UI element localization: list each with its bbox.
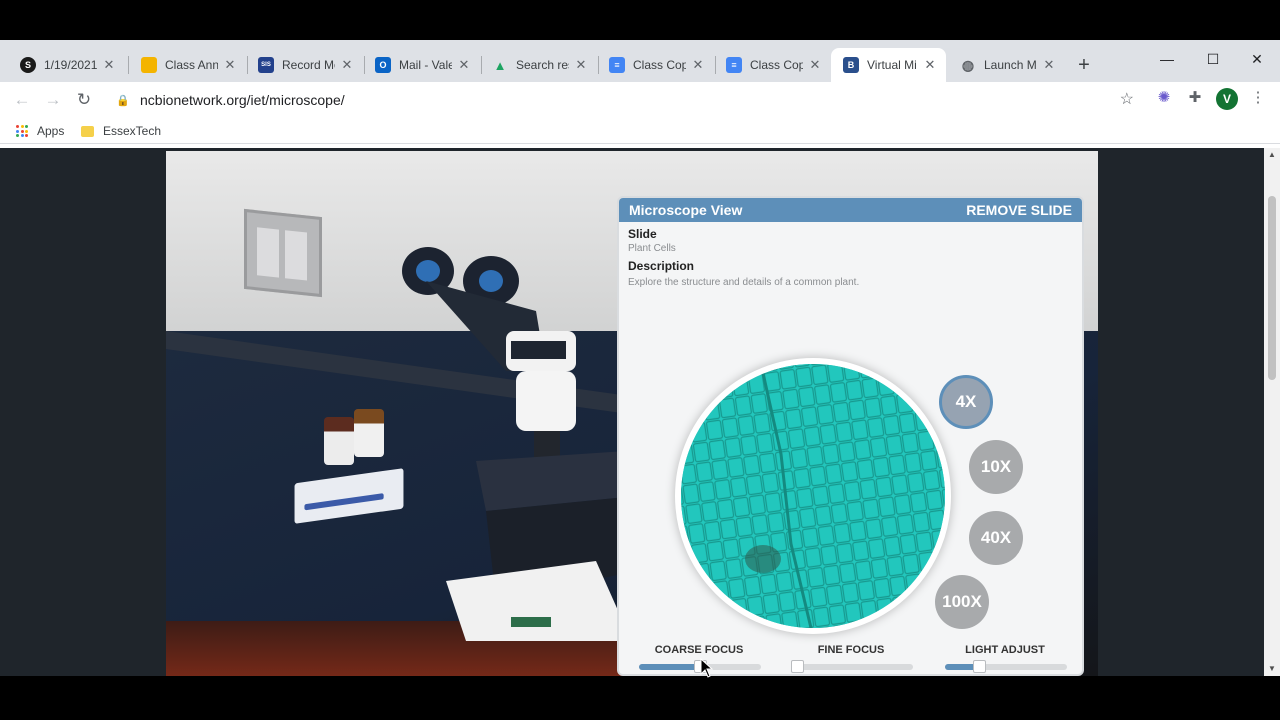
new-tab-button[interactable]: + bbox=[1074, 54, 1094, 76]
tab-title: Class Copy bbox=[750, 58, 803, 72]
light-adjust-label: LIGHT ADJUST bbox=[965, 644, 1045, 656]
scroll-down-icon[interactable]: ▼ bbox=[1267, 664, 1277, 673]
mouse-pointer-icon bbox=[700, 658, 714, 678]
close-icon[interactable]: ✕ bbox=[573, 57, 589, 73]
bookmark-apps[interactable]: Apps bbox=[16, 122, 64, 140]
fine-focus-label: FINE FOCUS bbox=[817, 644, 885, 656]
kebab-menu-icon[interactable]: ⋮ bbox=[1247, 87, 1269, 109]
puzzle-icon[interactable]: ✚ bbox=[1184, 87, 1206, 109]
light-adjust-thumb[interactable] bbox=[973, 660, 987, 673]
remove-slide-button[interactable]: REMOVE SLIDE bbox=[966, 202, 1072, 218]
close-icon[interactable]: ✕ bbox=[456, 57, 472, 73]
tab-title: Search res bbox=[516, 58, 569, 72]
toolbar: ← → ↻ 🔒 ncbionetwork.org/iet/microscope/… bbox=[0, 82, 1280, 118]
close-icon[interactable]: ✕ bbox=[690, 57, 706, 73]
slide-value: Plant Cells bbox=[628, 243, 676, 254]
close-icon[interactable]: ✕ bbox=[339, 57, 355, 73]
panel-title: Microscope View bbox=[629, 202, 743, 218]
s-icon: S bbox=[20, 57, 36, 73]
bookmark-label: EssexTech bbox=[103, 124, 162, 138]
extension-icon[interactable]: ✺ bbox=[1153, 87, 1175, 109]
tab-7-active[interactable]: B Virtual Mi ✕ bbox=[831, 48, 946, 82]
magnification-4x-button[interactable]: 4X bbox=[939, 375, 993, 429]
description-label: Description bbox=[628, 259, 695, 273]
coarse-focus-fill bbox=[639, 664, 700, 670]
light-adjust-slider[interactable] bbox=[945, 664, 1067, 670]
docs-icon: ≡ bbox=[726, 57, 742, 73]
scroll-up-icon[interactable]: ▲ bbox=[1267, 150, 1277, 159]
apps-grid-icon bbox=[16, 125, 28, 137]
close-window-icon[interactable]: ✕ bbox=[1234, 45, 1280, 73]
panel-header: Microscope View REMOVE SLIDE bbox=[619, 198, 1082, 222]
tab-3[interactable]: O Mail - Vale ✕ bbox=[363, 48, 480, 82]
tab-title: Record Mo bbox=[282, 58, 335, 72]
forward-icon[interactable]: → bbox=[41, 88, 65, 112]
scrollbar-thumb[interactable] bbox=[1268, 196, 1276, 380]
slides-icon bbox=[141, 57, 157, 73]
slide-label: Slide bbox=[628, 227, 657, 241]
back-icon[interactable]: ← bbox=[10, 88, 34, 112]
fine-focus-thumb[interactable] bbox=[791, 660, 805, 673]
bookmark-essextech[interactable]: EssexTech bbox=[81, 122, 161, 140]
minimize-icon[interactable]: — bbox=[1144, 45, 1190, 73]
tab-title: Class Anno bbox=[165, 58, 218, 72]
microscope-view-circle[interactable] bbox=[675, 358, 951, 634]
ncbionetwork-icon: B bbox=[843, 57, 859, 73]
close-icon[interactable]: ✕ bbox=[101, 57, 117, 73]
magnification-40x-button[interactable]: 40X bbox=[969, 511, 1023, 565]
bookmark-star-icon[interactable]: ☆ bbox=[1120, 89, 1134, 109]
lock-icon[interactable]: 🔒 bbox=[116, 94, 130, 107]
tab-2[interactable]: SIS Record Mo ✕ bbox=[246, 48, 363, 82]
tab-title: 1/19/2021 bbox=[44, 58, 97, 72]
tab-0[interactable]: S 1/19/2021 ✕ bbox=[8, 48, 125, 82]
close-icon[interactable]: ✕ bbox=[222, 57, 238, 73]
reload-icon[interactable]: ↻ bbox=[72, 88, 96, 112]
drive-icon: ▲ bbox=[493, 57, 507, 73]
address-bar[interactable]: 🔒 ncbionetwork.org/iet/microscope/ ☆ bbox=[108, 85, 1144, 115]
magnification-10x-button[interactable]: 10X bbox=[969, 440, 1023, 494]
tab-title: Mail - Vale bbox=[399, 58, 452, 72]
tab-title: Class Copy bbox=[633, 58, 686, 72]
docs-icon: ≡ bbox=[609, 57, 625, 73]
folder-icon bbox=[81, 125, 94, 137]
light-switch bbox=[244, 208, 322, 298]
tab-strip: S 1/19/2021 ✕ Class Anno ✕ SIS Record Mo… bbox=[0, 40, 1280, 82]
close-icon[interactable]: ✕ bbox=[922, 57, 938, 73]
sis-icon: SIS bbox=[258, 57, 274, 73]
tab-4[interactable]: ▲ Search res ✕ bbox=[480, 48, 597, 82]
reagent-bottle bbox=[354, 409, 384, 457]
coarse-focus-label: COARSE FOCUS bbox=[654, 644, 744, 656]
tab-1[interactable]: Class Anno ✕ bbox=[129, 48, 246, 82]
tab-8[interactable]: ◍ Launch Ma ✕ bbox=[948, 48, 1065, 82]
slide-box-label bbox=[304, 493, 384, 511]
tab-title: Launch Ma bbox=[984, 58, 1037, 72]
globe-icon: ◍ bbox=[961, 56, 975, 73]
fine-focus-slider[interactable] bbox=[791, 664, 913, 670]
close-icon[interactable]: ✕ bbox=[807, 57, 823, 73]
tab-5[interactable]: ≡ Class Copy ✕ bbox=[597, 48, 714, 82]
magnification-100x-button[interactable]: 100X bbox=[935, 575, 989, 629]
bookmark-label: Apps bbox=[37, 124, 65, 138]
plant-cells-image bbox=[681, 364, 945, 628]
tab-title: Virtual Mi bbox=[867, 58, 917, 72]
description-value: Explore the structure and details of a c… bbox=[628, 277, 860, 288]
microscope-view-panel: Microscope View REMOVE SLIDE Slide Plant… bbox=[617, 196, 1084, 676]
tab-6[interactable]: ≡ Class Copy ✕ bbox=[714, 48, 831, 82]
avatar[interactable]: V bbox=[1216, 88, 1238, 110]
close-icon[interactable]: ✕ bbox=[1041, 57, 1057, 73]
outlook-icon: O bbox=[375, 57, 391, 73]
reagent-bottle bbox=[324, 417, 354, 465]
screen: S 1/19/2021 ✕ Class Anno ✕ SIS Record Mo… bbox=[0, 0, 1280, 720]
bookmarks-bar: Apps EssexTech bbox=[0, 118, 1280, 144]
page-scrollbar[interactable]: ▲ ▼ bbox=[1264, 148, 1280, 676]
url-text[interactable]: ncbionetwork.org/iet/microscope/ bbox=[140, 92, 345, 108]
maximize-icon[interactable]: ☐ bbox=[1190, 45, 1236, 73]
